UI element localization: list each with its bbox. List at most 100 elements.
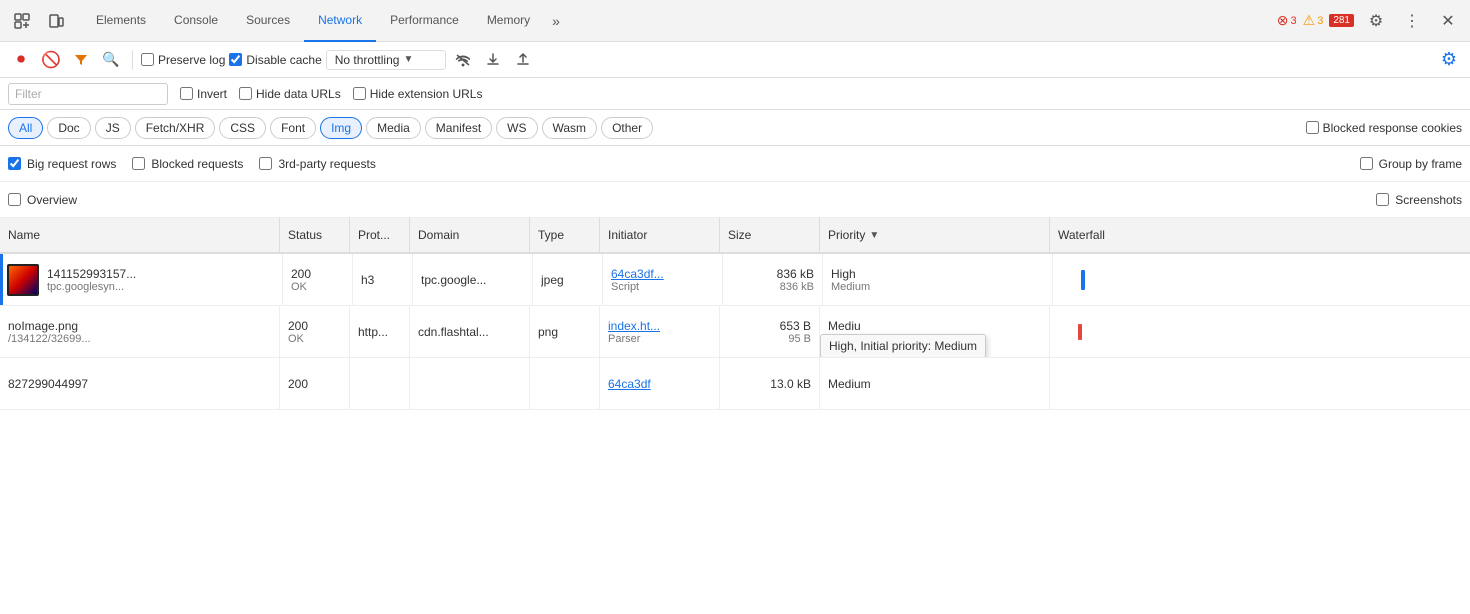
- disable-cache-checkbox[interactable]: [229, 53, 242, 66]
- throttle-selector[interactable]: No throttling ▼: [326, 50, 446, 70]
- td-priority: Mediu Medium High, Initial priority: Med…: [820, 306, 1050, 357]
- type-btn-manifest[interactable]: Manifest: [425, 117, 492, 139]
- table-row[interactable]: noImage.png /134122/32699... 200 OK http…: [0, 306, 1470, 358]
- type-btn-doc[interactable]: Doc: [47, 117, 90, 139]
- hide-data-urls-check[interactable]: Hide data URLs: [239, 87, 341, 101]
- td-waterfall: [1053, 254, 1470, 305]
- screenshots-checkbox[interactable]: [1376, 193, 1389, 206]
- type-btn-fetch-xhr[interactable]: Fetch/XHR: [135, 117, 216, 139]
- td-type: jpeg: [533, 254, 603, 305]
- tab-more-button[interactable]: »: [544, 0, 568, 42]
- export-har-icon[interactable]: [510, 47, 536, 73]
- type-btn-js[interactable]: JS: [95, 117, 131, 139]
- options-right: Group by frame: [1360, 157, 1462, 171]
- import-har-icon[interactable]: [480, 47, 506, 73]
- network-toolbar: ⏺ 🚫 🔍 Preserve log Disable cache No thro…: [0, 42, 1470, 78]
- type-btn-img[interactable]: Img: [320, 117, 362, 139]
- th-status[interactable]: Status: [280, 217, 350, 253]
- blocked-cookies-check[interactable]: Blocked response cookies: [1306, 121, 1462, 135]
- clear-button[interactable]: 🚫: [38, 47, 64, 73]
- third-party-check[interactable]: 3rd-party requests: [259, 157, 375, 171]
- type-btn-media[interactable]: Media: [366, 117, 421, 139]
- td-type: png: [530, 306, 600, 357]
- th-protocol[interactable]: Prot...: [350, 217, 410, 253]
- group-by-frame-check[interactable]: Group by frame: [1360, 157, 1462, 171]
- throttle-label: No throttling: [335, 53, 400, 67]
- td-domain: tpc.google...: [413, 254, 533, 305]
- filter-input[interactable]: [8, 83, 168, 105]
- waterfall-bar: [1078, 324, 1082, 340]
- td-initiator: 64ca3df: [600, 358, 720, 409]
- overview-check[interactable]: Overview: [8, 193, 77, 207]
- initiator-link[interactable]: index.ht...: [608, 319, 711, 333]
- overview-checkbox[interactable]: [8, 193, 21, 206]
- th-waterfall[interactable]: Waterfall: [1050, 217, 1470, 253]
- type-filter-row: All Doc JS Fetch/XHR CSS Font Img Media …: [0, 110, 1470, 146]
- tab-sources[interactable]: Sources: [232, 0, 304, 42]
- initiator-link[interactable]: 64ca3df...: [611, 267, 714, 281]
- network-settings-icon[interactable]: ⚙: [1436, 47, 1462, 73]
- preserve-log-check[interactable]: Preserve log: [141, 53, 225, 67]
- type-btn-font[interactable]: Font: [270, 117, 316, 139]
- type-btn-other[interactable]: Other: [601, 117, 653, 139]
- hide-ext-urls-checkbox[interactable]: [353, 87, 366, 100]
- error-badge: ⊗ 3 ⚠ 3 281: [1277, 12, 1354, 29]
- blocked-requests-checkbox[interactable]: [132, 157, 145, 170]
- th-name[interactable]: Name: [0, 217, 280, 253]
- td-name: 827299044997: [0, 358, 280, 409]
- table-row[interactable]: 827299044997 200 64ca3df 13.0 kB Medium: [0, 358, 1470, 410]
- th-initiator[interactable]: Initiator: [600, 217, 720, 253]
- big-rows-check[interactable]: Big request rows: [8, 157, 116, 171]
- type-btn-wasm[interactable]: Wasm: [542, 117, 598, 139]
- invert-check[interactable]: Invert: [180, 87, 227, 101]
- third-party-checkbox[interactable]: [259, 157, 272, 170]
- th-priority[interactable]: Priority ▼: [820, 217, 1050, 253]
- preserve-log-checkbox[interactable]: [141, 53, 154, 66]
- td-size: 836 kB 836 kB: [723, 254, 823, 305]
- stop-recording-button[interactable]: ⏺: [8, 47, 34, 73]
- type-btn-ws[interactable]: WS: [496, 117, 537, 139]
- tab-elements[interactable]: Elements: [82, 0, 160, 42]
- td-name: 141152993157... tpc.googlesyn...: [3, 254, 283, 305]
- hide-data-urls-checkbox[interactable]: [239, 87, 252, 100]
- more-options-icon[interactable]: ⋮: [1398, 7, 1426, 35]
- sort-arrow-icon: ▼: [869, 230, 879, 241]
- td-status: 200: [280, 358, 350, 409]
- type-btn-css[interactable]: CSS: [219, 117, 266, 139]
- hide-ext-urls-check[interactable]: Hide extension URLs: [353, 87, 483, 101]
- table-row[interactable]: 141152993157... tpc.googlesyn... 200 OK …: [0, 254, 1470, 306]
- throttle-dropdown-arrow: ▼: [403, 54, 413, 65]
- td-waterfall: [1050, 358, 1470, 409]
- close-devtools-icon[interactable]: ✕: [1434, 7, 1462, 35]
- td-initiator: index.ht... Parser: [600, 306, 720, 357]
- inspect-icon[interactable]: [8, 7, 36, 35]
- toolbar-separator: [132, 50, 133, 70]
- th-domain[interactable]: Domain: [410, 217, 530, 253]
- group-by-frame-checkbox[interactable]: [1360, 157, 1373, 170]
- screenshots-check[interactable]: Screenshots: [1376, 193, 1462, 207]
- tab-right-actions: ⊗ 3 ⚠ 3 281 ⚙ ⋮ ✕: [1277, 7, 1462, 35]
- blocked-requests-check[interactable]: Blocked requests: [132, 157, 243, 171]
- initiator-link[interactable]: 64ca3df: [608, 377, 711, 391]
- tab-memory[interactable]: Memory: [473, 0, 544, 42]
- disable-cache-check[interactable]: Disable cache: [229, 53, 321, 67]
- invert-checkbox[interactable]: [180, 87, 193, 100]
- search-icon[interactable]: 🔍: [98, 47, 124, 73]
- tab-console[interactable]: Console: [160, 0, 232, 42]
- tab-network[interactable]: Network: [304, 0, 376, 42]
- blocked-cookies-checkbox[interactable]: [1306, 121, 1319, 134]
- device-toggle-icon[interactable]: [42, 7, 70, 35]
- td-initiator: 64ca3df... Script: [603, 254, 723, 305]
- big-rows-checkbox[interactable]: [8, 157, 21, 170]
- td-name: noImage.png /134122/32699...: [0, 306, 280, 357]
- th-size[interactable]: Size: [720, 217, 820, 253]
- type-btn-all[interactable]: All: [8, 117, 43, 139]
- td-priority: High Medium: [823, 254, 1053, 305]
- wifi-icon[interactable]: [450, 47, 476, 73]
- tab-performance[interactable]: Performance: [376, 0, 473, 42]
- th-type[interactable]: Type: [530, 217, 600, 253]
- settings-gear-icon[interactable]: ⚙: [1362, 7, 1390, 35]
- tab-bar: Elements Console Sources Network Perform…: [0, 0, 1470, 42]
- td-domain: cdn.flashtal...: [410, 306, 530, 357]
- filter-icon[interactable]: [68, 47, 94, 73]
